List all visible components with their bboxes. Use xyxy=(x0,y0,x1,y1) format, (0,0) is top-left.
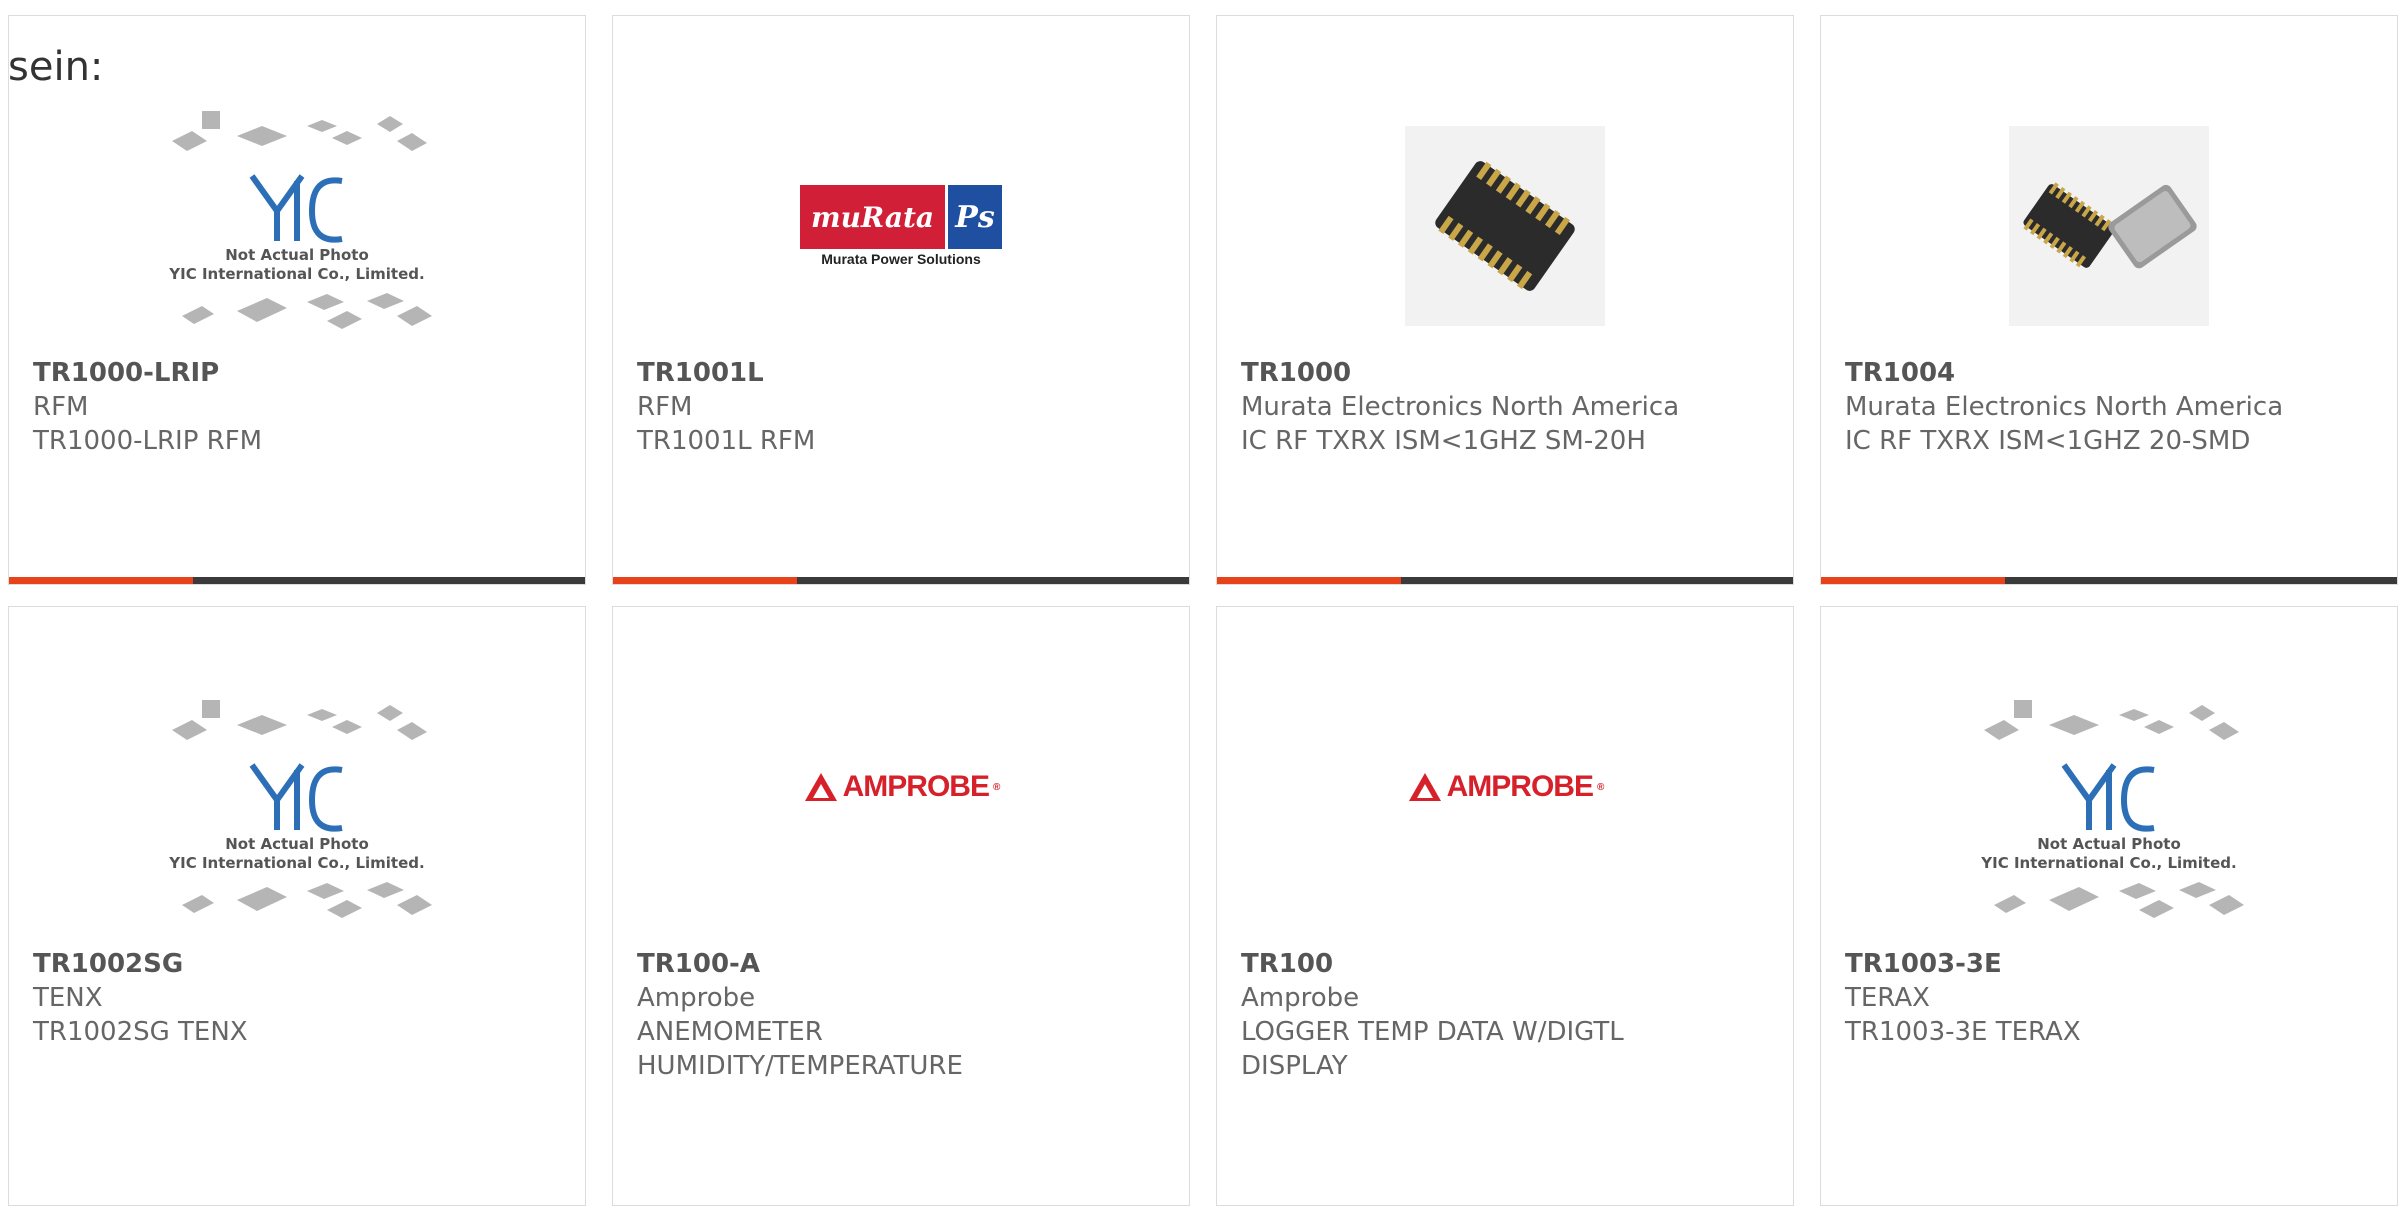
card-bottom-bar xyxy=(9,577,585,584)
product-card[interactable]: TR1004 Murata Electronics North America … xyxy=(1820,15,2398,585)
part-number[interactable]: TR100 xyxy=(1241,947,1773,981)
yic-logo-block: Not Actual Photo YIC International Co., … xyxy=(9,166,585,284)
product-info: TR100-A Amprobe ANEMOMETER HUMIDITY/TEMP… xyxy=(637,947,1169,1083)
product-info: TR1001L RFM TR1001L RFM xyxy=(637,356,1169,458)
product-image[interactable]: muRata Ps Murata Power Solutions xyxy=(613,86,1189,366)
manufacturer: TERAX xyxy=(1845,983,1930,1013)
card-bar-accent xyxy=(1217,577,1401,584)
description: IC RF TXRX ISM<1GHZ 20-SMD xyxy=(1845,426,2251,456)
product-info: TR1004 Murata Electronics North America … xyxy=(1845,356,2377,458)
description-line-2: DISPLAY xyxy=(1241,1051,1348,1081)
part-number[interactable]: TR1003-3E xyxy=(1845,947,2377,981)
manufacturer: Amprobe xyxy=(1241,983,1360,1013)
manufacturer: Murata Electronics North America xyxy=(1241,392,1680,422)
product-card[interactable]: Not Actual Photo YIC International Co., … xyxy=(8,606,586,1206)
product-card[interactable]: TR1000 Murata Electronics North America … xyxy=(1216,15,1794,585)
murata-ps-mark: Ps xyxy=(945,185,1002,249)
amprobe-registered-mark: ® xyxy=(1596,781,1604,793)
murata-subtitle: Murata Power Solutions xyxy=(821,251,981,267)
description: TR1002SG TENX xyxy=(33,1017,248,1047)
description: TR1003-3E TERAX xyxy=(1845,1017,2081,1047)
part-number[interactable]: TR1000 xyxy=(1241,356,1773,390)
amprobe-wordmark: AMPROBE xyxy=(1446,770,1594,803)
placeholder-caption-2: YIC International Co., Limited. xyxy=(1981,854,2237,872)
placeholder-caption-1: Not Actual Photo xyxy=(225,835,369,853)
part-number[interactable]: TR1001L xyxy=(637,356,1169,390)
product-info: TR1002SG TENX TR1002SG TENX xyxy=(33,947,565,1049)
amprobe-triangle-icon xyxy=(804,773,837,801)
card-bottom-bar xyxy=(1821,577,2397,584)
product-image[interactable] xyxy=(1217,86,1793,366)
smd-chip-image xyxy=(1405,126,1605,326)
yic-logo-icon xyxy=(249,763,343,832)
card-bar-accent xyxy=(1821,577,2005,584)
amprobe-wordmark: AMPROBE xyxy=(842,770,990,803)
product-image[interactable] xyxy=(1821,86,2397,366)
placeholder-caption-1: Not Actual Photo xyxy=(225,246,369,264)
product-card[interactable]: AMPROBE ® TR100 Amprobe LOGGER TEMP DATA … xyxy=(1216,606,1794,1206)
manufacturer: TENX xyxy=(33,983,103,1013)
description: IC RF TXRX ISM<1GHZ SM-20H xyxy=(1241,426,1646,456)
murata-wordmark: muRata xyxy=(800,185,945,249)
card-bottom-bar xyxy=(1217,577,1793,584)
manufacturer: Murata Electronics North America xyxy=(1845,392,2284,422)
manufacturer: RFM xyxy=(637,392,693,422)
manufacturer: Amprobe xyxy=(637,983,756,1013)
page-heading-fragment: sein: xyxy=(8,44,104,90)
amprobe-logo: AMPROBE ® xyxy=(1407,770,1604,804)
card-bar-accent xyxy=(9,577,193,584)
placeholder-caption-2: YIC International Co., Limited. xyxy=(169,854,425,872)
card-bar-accent xyxy=(613,577,797,584)
yic-logo-icon xyxy=(249,174,343,243)
yic-logo-block: Not Actual Photo YIC International Co., … xyxy=(9,755,585,873)
part-number[interactable]: TR1000-LRIP xyxy=(33,356,565,390)
product-info: TR1003-3E TERAX TR1003-3E TERAX xyxy=(1845,947,2377,1049)
product-info: TR1000 Murata Electronics North America … xyxy=(1241,356,1773,458)
description: TR1000-LRIP RFM xyxy=(33,426,263,456)
part-number[interactable]: TR100-A xyxy=(637,947,1169,981)
part-number[interactable]: TR1004 xyxy=(1845,356,2377,390)
placeholder-caption-1: Not Actual Photo xyxy=(2037,835,2181,853)
amprobe-logo: AMPROBE ® xyxy=(803,770,1000,804)
card-bottom-bar xyxy=(613,577,1189,584)
product-card[interactable]: muRata Ps Murata Power Solutions TR1001L… xyxy=(612,15,1190,585)
placeholder-caption-2: YIC International Co., Limited. xyxy=(169,265,425,283)
yic-logo-icon xyxy=(2061,763,2155,832)
smd-chip-pair-image xyxy=(2009,126,2209,326)
description-line-1: LOGGER TEMP DATA W/DIGTL xyxy=(1241,1017,1624,1047)
product-card[interactable]: AMPROBE ® TR100-A Amprobe ANEMOMETER HUMI… xyxy=(612,606,1190,1206)
part-number[interactable]: TR1002SG xyxy=(33,947,565,981)
amprobe-triangle-icon xyxy=(1408,773,1441,801)
product-info: TR100 Amprobe LOGGER TEMP DATA W/DIGTL D… xyxy=(1241,947,1773,1083)
murata-logo: muRata Ps Murata Power Solutions xyxy=(800,185,1002,267)
description-line-2: HUMIDITY/TEMPERATURE xyxy=(637,1051,963,1081)
product-image[interactable]: AMPROBE ® xyxy=(613,667,1189,907)
amprobe-registered-mark: ® xyxy=(992,781,1000,793)
yic-logo-block: Not Actual Photo YIC International Co., … xyxy=(1821,755,2397,873)
product-card[interactable]: Not Actual Photo YIC International Co., … xyxy=(8,15,586,585)
product-image[interactable]: AMPROBE ® xyxy=(1217,667,1793,907)
product-card[interactable]: Not Actual Photo YIC International Co., … xyxy=(1820,606,2398,1206)
description-line-1: ANEMOMETER xyxy=(637,1017,823,1047)
description: TR1001L RFM xyxy=(637,426,816,456)
product-info: TR1000-LRIP RFM TR1000-LRIP RFM xyxy=(33,356,565,458)
manufacturer: RFM xyxy=(33,392,89,422)
